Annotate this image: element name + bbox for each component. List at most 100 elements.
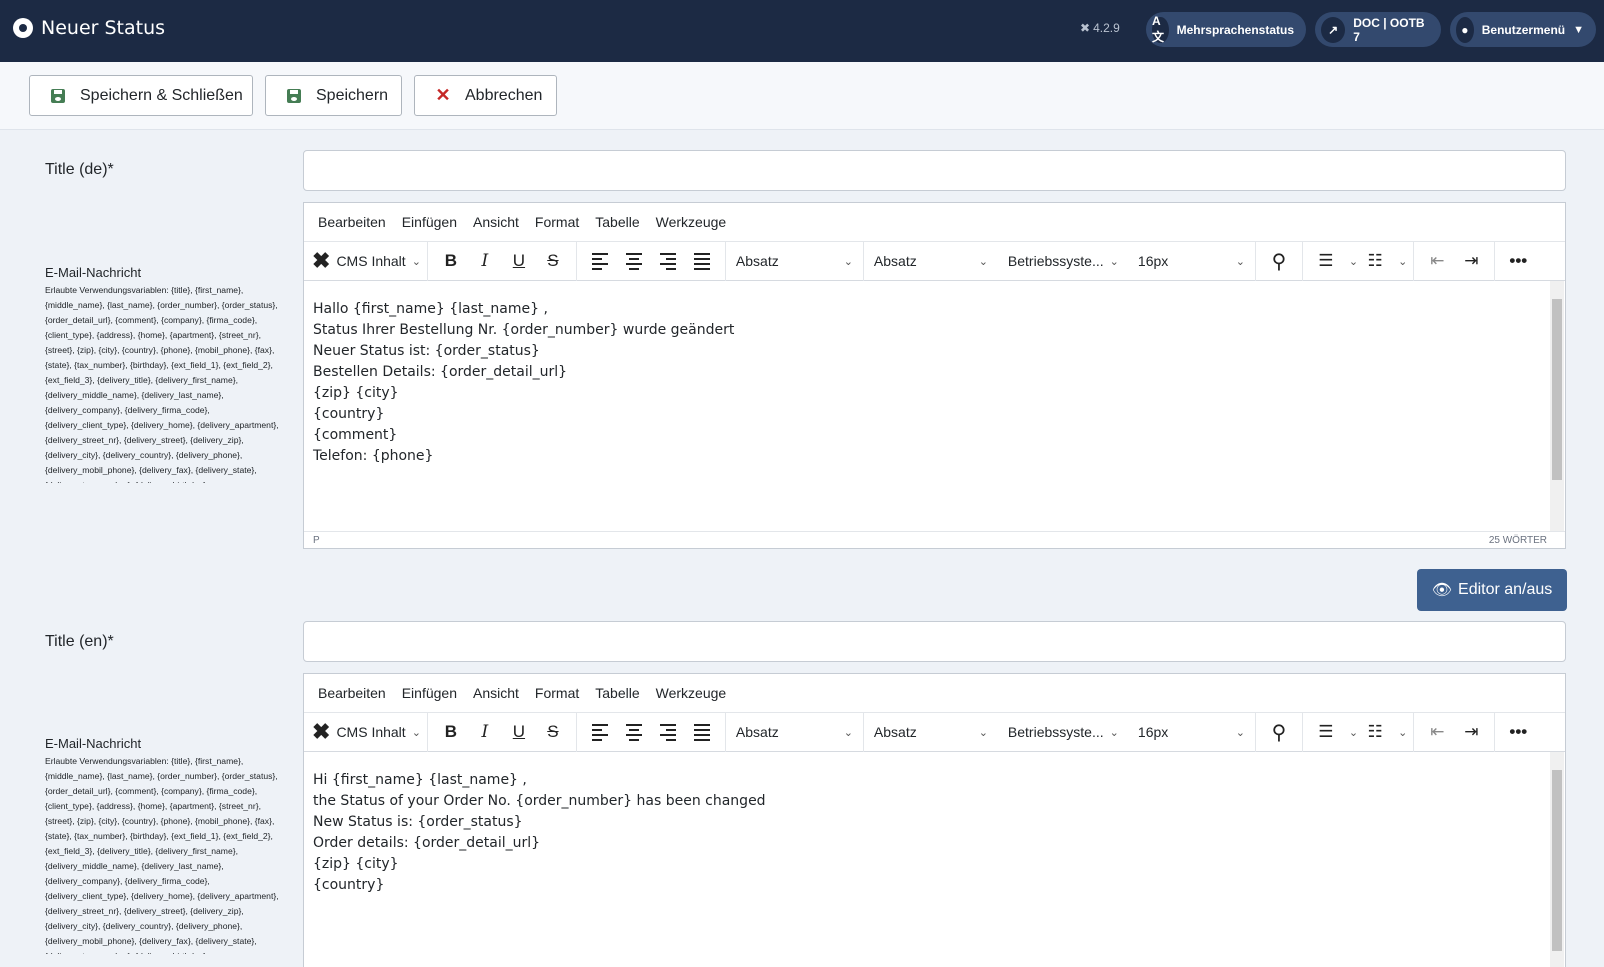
email-vars-text: Erlaubte Verwendungsvariablen: {title}, … <box>45 756 279 954</box>
chevron-down-icon[interactable]: ⌄ <box>1349 726 1358 739</box>
italic-icon[interactable]: I <box>468 717 502 747</box>
chevron-down-icon: ⌄ <box>1109 255 1119 268</box>
align-left-icon[interactable] <box>583 246 617 276</box>
indent-icon[interactable]: ⇥ <box>1454 246 1488 276</box>
editor-de: Bearbeiten Einfügen Ansicht Format Tabel… <box>303 202 1566 549</box>
version-info: ✖ 4.2.9 <box>1080 21 1120 35</box>
style-format-select[interactable]: Absatz ⌄ <box>864 713 998 752</box>
menu-edit[interactable]: Bearbeiten <box>318 214 386 230</box>
word-count: 25 WÖRTER <box>1488 534 1547 546</box>
font-size-select[interactable]: 16px ⌄ <box>1128 712 1256 752</box>
menu-insert[interactable]: Einfügen <box>402 685 457 701</box>
align-right-icon[interactable] <box>651 717 685 747</box>
chevron-down-icon: ⌄ <box>843 726 853 739</box>
menu-insert[interactable]: Einfügen <box>402 214 457 230</box>
cms-content-dropdown[interactable]: CMS Inhalt <box>336 253 405 269</box>
bold-icon[interactable]: B <box>434 717 468 747</box>
strikethrough-icon[interactable]: S <box>536 246 570 276</box>
title-en-input[interactable] <box>303 621 1566 662</box>
title-de-label: Title (de)* <box>45 161 114 178</box>
align-center-icon[interactable] <box>617 246 651 276</box>
user-menu-button[interactable]: ● Benutzermenü ▼ <box>1450 12 1596 47</box>
underline-icon[interactable]: U <box>502 246 536 276</box>
search-icon[interactable]: ⚲ <box>1262 717 1296 747</box>
align-center-icon[interactable] <box>617 717 651 747</box>
strikethrough-icon[interactable]: S <box>536 717 570 747</box>
chevron-down-icon[interactable]: ⌄ <box>1398 255 1407 268</box>
save-close-label: Speichern & Schließen <box>80 86 243 104</box>
scrollbar[interactable] <box>1550 281 1564 531</box>
align-left-icon[interactable] <box>583 717 617 747</box>
chevron-down-icon[interactable]: ⌄ <box>1349 255 1358 268</box>
scrollbar[interactable] <box>1550 752 1564 967</box>
menu-view[interactable]: Ansicht <box>473 685 519 701</box>
menu-view[interactable]: Ansicht <box>473 214 519 230</box>
menu-table[interactable]: Tabelle <box>595 685 639 701</box>
chevron-down-icon: ⌄ <box>1235 726 1245 739</box>
joomla-icon: ✖ <box>1080 21 1091 35</box>
title-de-input[interactable] <box>303 150 1566 191</box>
align-justify-icon[interactable] <box>685 246 719 276</box>
text-line: Hallo {first_name} {last_name} , <box>313 301 548 317</box>
page-title: Neuer Status <box>41 17 166 39</box>
chevron-down-icon[interactable]: ⌄ <box>1398 726 1407 739</box>
joomla-status-icon <box>13 18 33 38</box>
close-icon: ✕ <box>435 85 451 105</box>
editor-content-de[interactable]: Hallo {first_name} {last_name} , Status … <box>304 281 1565 531</box>
text-line: the Status of your Order No. {order_numb… <box>313 793 766 809</box>
bullet-list-icon[interactable]: ☰ <box>1309 246 1343 276</box>
menu-tools[interactable]: Werkzeuge <box>656 685 727 701</box>
save-close-button[interactable]: Speichern & Schließen <box>29 75 253 116</box>
underline-icon[interactable]: U <box>502 717 536 747</box>
save-icon <box>287 88 301 103</box>
site-link-button[interactable]: ↗ DOC | OOTB 7 <box>1315 12 1441 47</box>
search-icon[interactable]: ⚲ <box>1262 246 1296 276</box>
menu-table[interactable]: Tabelle <box>595 214 639 230</box>
cancel-label: Abbrechen <box>465 86 543 104</box>
font-size-value: 16px <box>1137 253 1169 269</box>
menu-edit[interactable]: Bearbeiten <box>318 685 386 701</box>
text-line: {country} <box>313 406 385 422</box>
multilang-status-button[interactable]: A文 Mehrsprachenstatus <box>1146 12 1306 47</box>
text-line: Telefon: {phone} <box>313 448 434 464</box>
bold-icon[interactable]: B <box>434 246 468 276</box>
menu-format[interactable]: Format <box>535 685 579 701</box>
text-line: Order details: {order_detail_url} <box>313 835 541 851</box>
bullet-list-icon[interactable]: ☰ <box>1309 717 1343 747</box>
font-size-value: 16px <box>1137 724 1169 740</box>
numbered-list-icon[interactable]: ☷ <box>1358 717 1392 747</box>
font-size-select[interactable]: 16px ⌄ <box>1128 241 1256 281</box>
block-format-select[interactable]: Absatz ⌄ <box>726 241 864 281</box>
font-family-select[interactable]: Betriebssyste... ⌄ <box>998 242 1128 281</box>
menu-format[interactable]: Format <box>535 214 579 230</box>
title-en-label: Title (en)* <box>45 633 114 650</box>
font-family-select[interactable]: Betriebssyste... ⌄ <box>998 713 1128 752</box>
menu-tools[interactable]: Werkzeuge <box>656 214 727 230</box>
indent-icon[interactable]: ⇥ <box>1454 717 1488 747</box>
outdent-icon[interactable]: ⇤ <box>1420 717 1454 747</box>
more-icon[interactable]: ••• <box>1501 246 1535 276</box>
style-format-select[interactable]: Absatz ⌄ <box>864 242 998 281</box>
outdent-icon[interactable]: ⇤ <box>1420 246 1454 276</box>
italic-icon[interactable]: I <box>468 246 502 276</box>
email-label: E-Mail-Nachricht <box>45 265 142 280</box>
toggle-editor-label: Editor an/aus <box>1458 581 1553 598</box>
email-label: E-Mail-Nachricht <box>45 736 142 751</box>
more-icon[interactable]: ••• <box>1501 717 1535 747</box>
editor-content-en[interactable]: Hi {first_name} {last_name} , the Status… <box>304 752 1565 967</box>
cancel-button[interactable]: ✕ Abbrechen <box>414 75 557 116</box>
block-format-select[interactable]: Absatz ⌄ <box>726 712 864 752</box>
editor-en: Bearbeiten Einfügen Ansicht Format Tabel… <box>303 673 1566 967</box>
element-path[interactable]: P <box>313 535 320 546</box>
version-text: 4.2.9 <box>1093 21 1120 35</box>
email-info-en: E-Mail-Nachricht Erlaubte Verwendungsvar… <box>45 736 285 954</box>
font-family-value: Betriebssyste... <box>1007 724 1104 740</box>
email-info-de: E-Mail-Nachricht Erlaubte Verwendungsvar… <box>45 265 285 483</box>
cms-content-dropdown[interactable]: CMS Inhalt <box>336 724 405 740</box>
numbered-list-icon[interactable]: ☷ <box>1358 246 1392 276</box>
align-justify-icon[interactable] <box>685 717 719 747</box>
toggle-editor-button[interactable]: 👁 Editor an/aus <box>1417 569 1567 611</box>
editor-toolbar: ✖ CMS Inhalt ⌄ B I U S Absatz ⌄ Absatz ⌄ B… <box>304 241 1565 281</box>
align-right-icon[interactable] <box>651 246 685 276</box>
save-button[interactable]: Speichern <box>265 75 402 116</box>
